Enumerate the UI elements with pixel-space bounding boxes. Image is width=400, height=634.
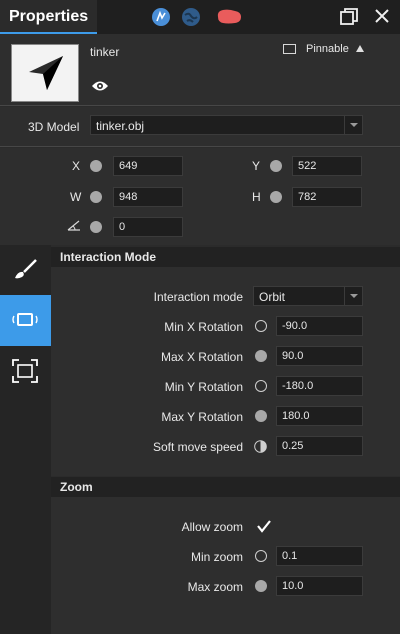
partial-keyframe-icon[interactable] (254, 440, 267, 453)
x-field[interactable]: 649 (113, 156, 183, 176)
title-bar: Properties (0, 0, 400, 34)
object-name: tinker (90, 45, 120, 59)
object-thumbnail[interactable] (11, 44, 79, 102)
max-x-rotation-field[interactable]: 90.0 (276, 346, 363, 366)
interaction-icon (12, 313, 38, 326)
close-icon[interactable] (374, 8, 390, 24)
allow-zoom-label: Allow zoom (181, 520, 243, 534)
pin-dropdown-icon[interactable] (356, 45, 364, 52)
model-value: tinker.obj (96, 119, 145, 133)
soft-move-speed-field[interactable]: 0.25 (276, 436, 363, 456)
soft-move-speed-label: Soft move speed (152, 440, 243, 454)
max-zoom-field[interactable]: 10.0 (276, 576, 363, 596)
angle-keyframe-icon[interactable] (90, 221, 102, 233)
tinker-logo-icon (29, 56, 63, 90)
max-x-rotation-label: Max X Rotation (160, 350, 243, 364)
min-y-keyframe-icon[interactable] (255, 380, 267, 392)
maximize-icon[interactable] (340, 8, 358, 26)
h-field[interactable]: 782 (292, 187, 362, 207)
h-label: H (252, 190, 261, 204)
w-keyframe-icon[interactable] (90, 191, 102, 203)
w-field[interactable]: 948 (113, 187, 183, 207)
chevron-down-icon[interactable] (344, 287, 362, 305)
angle-field[interactable]: 0 (113, 217, 183, 237)
x-label: X (72, 159, 81, 173)
interaction-mode-label: Interaction mode (153, 290, 243, 304)
brush-icon (15, 259, 37, 279)
model-row: 3D Model tinker.obj (0, 107, 400, 147)
pinnable-label[interactable]: Pinnable (306, 43, 349, 55)
min-x-keyframe-icon[interactable] (255, 320, 267, 332)
zoom-section-header: Zoom (51, 477, 400, 497)
y-field[interactable]: 522 (292, 156, 362, 176)
interaction-mode-value: Orbit (259, 290, 286, 304)
interaction-mode-select[interactable]: Orbit (253, 286, 363, 306)
compass-icon[interactable] (151, 7, 171, 27)
h-keyframe-icon[interactable] (270, 191, 282, 203)
rotation-angle-icon (67, 220, 80, 231)
min-x-rotation-field[interactable]: -90.0 (276, 316, 363, 336)
max-y-rotation-field[interactable]: 180.0 (276, 406, 363, 426)
model-select[interactable]: tinker.obj (90, 115, 363, 135)
zoom-section-title: Zoom (60, 480, 93, 494)
max-y-keyframe-icon[interactable] (255, 410, 267, 422)
interaction-section-title: Interaction Mode (60, 250, 157, 264)
eye-icon[interactable] (91, 79, 109, 93)
min-zoom-field[interactable]: 0.1 (276, 546, 363, 566)
x-keyframe-icon[interactable] (90, 160, 102, 172)
transform-section: X 649 Y 522 W 948 H 782 0 (0, 148, 400, 245)
min-zoom-keyframe-icon[interactable] (255, 550, 267, 562)
y-keyframe-icon[interactable] (270, 160, 282, 172)
interaction-section-header: Interaction Mode (51, 247, 400, 267)
object-header: tinker Pinnable (0, 34, 400, 106)
chevron-down-icon[interactable] (344, 116, 362, 134)
max-y-rotation-label: Max Y Rotation (161, 410, 243, 424)
y-label: Y (252, 159, 261, 173)
properties-tab[interactable]: Properties (0, 0, 97, 34)
allow-zoom-checkbox[interactable] (256, 518, 272, 534)
min-zoom-label: Min zoom (190, 550, 243, 564)
frame-icon (12, 359, 38, 383)
min-y-rotation-label: Min Y Rotation (164, 380, 243, 394)
globe-icon[interactable] (181, 7, 201, 27)
sidebar-item-style[interactable] (0, 245, 51, 295)
min-x-rotation-label: Min X Rotation (164, 320, 243, 334)
min-y-rotation-field[interactable]: -180.0 (276, 376, 363, 396)
panel-title: Properties (9, 8, 89, 25)
max-x-keyframe-icon[interactable] (255, 350, 267, 362)
w-label: W (70, 190, 82, 204)
max-zoom-keyframe-icon[interactable] (255, 580, 267, 592)
cloud-shape-icon[interactable] (216, 9, 242, 24)
model-label: 3D Model (28, 120, 80, 134)
max-zoom-label: Max zoom (187, 580, 243, 594)
pin-checkbox-icon[interactable] (283, 44, 296, 54)
